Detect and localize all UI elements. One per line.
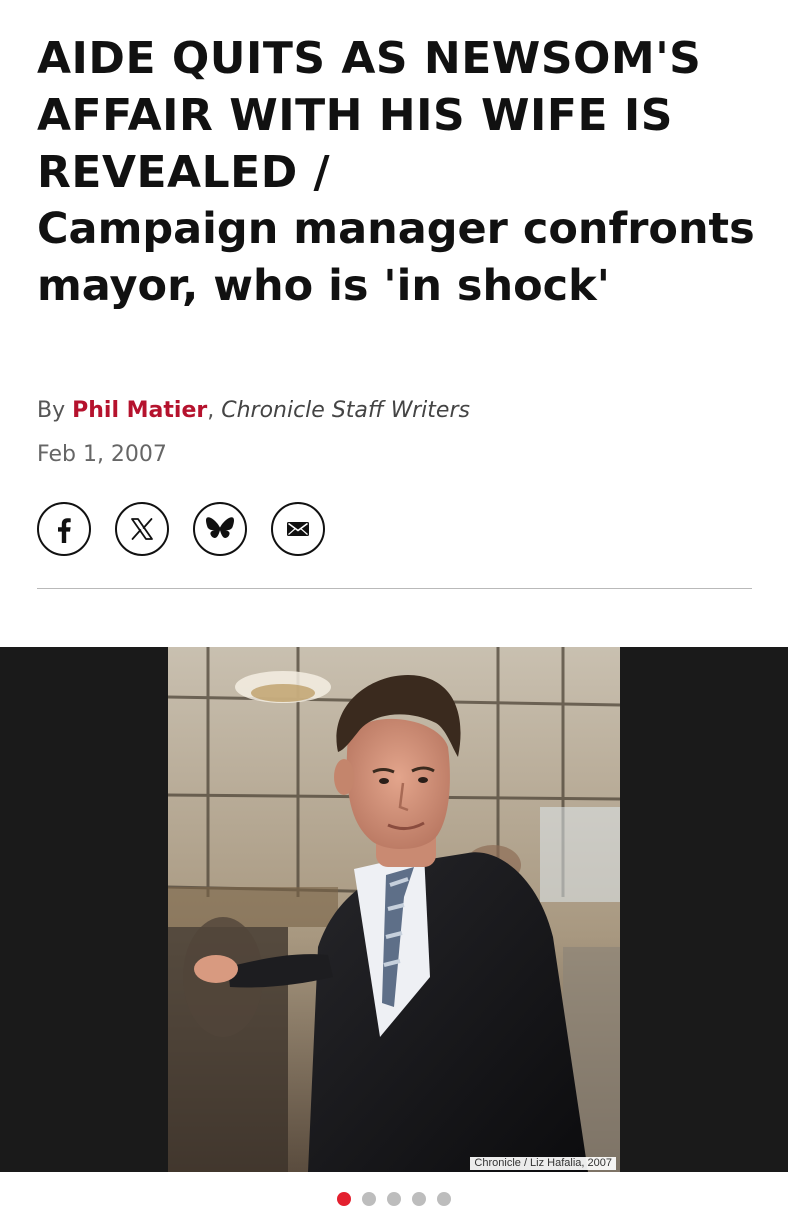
gallery-dot-1[interactable] xyxy=(337,1192,351,1206)
gallery-photo[interactable]: Chronicle / Liz Hafalia, 2007 xyxy=(168,647,620,1172)
gallery-dot-5[interactable] xyxy=(437,1192,451,1206)
byline: By Phil Matier, Chronicle Staff Writers xyxy=(37,395,470,427)
email-icon xyxy=(287,522,309,536)
share-facebook-button[interactable] xyxy=(37,502,91,556)
newsom-photo xyxy=(168,647,620,1172)
byline-separator: , xyxy=(207,398,215,423)
divider xyxy=(37,588,752,589)
share-buttons xyxy=(37,502,325,556)
bluesky-icon xyxy=(206,517,234,538)
publish-date: Feb 1, 2007 xyxy=(37,442,167,467)
headline-main: AIDE QUITS AS NEWSOM'S AFFAIR WITH HIS W… xyxy=(37,33,702,198)
byline-prefix: By xyxy=(37,398,66,423)
headline: AIDE QUITS AS NEWSOM'S AFFAIR WITH HIS W… xyxy=(37,30,757,315)
share-email-button[interactable] xyxy=(271,502,325,556)
gallery-dot-2[interactable] xyxy=(362,1192,376,1206)
gallery-dot-4[interactable] xyxy=(412,1192,426,1206)
photo-credit: Chronicle / Liz Hafalia, 2007 xyxy=(470,1157,616,1170)
gallery-dot-3[interactable] xyxy=(387,1192,401,1206)
photo-gallery[interactable]: Chronicle / Liz Hafalia, 2007 xyxy=(0,647,788,1172)
facebook-icon xyxy=(58,518,71,543)
byline-affiliation: Chronicle Staff Writers xyxy=(221,398,470,423)
share-bluesky-button[interactable] xyxy=(193,502,247,556)
article: AIDE QUITS AS NEWSOM'S AFFAIR WITH HIS W… xyxy=(0,0,788,1206)
gallery-pagination xyxy=(337,1192,451,1206)
x-icon xyxy=(131,518,153,540)
headline-subhead: Campaign manager confronts mayor, who is… xyxy=(37,204,755,311)
author-link[interactable]: Phil Matier xyxy=(72,398,207,423)
share-x-button[interactable] xyxy=(115,502,169,556)
